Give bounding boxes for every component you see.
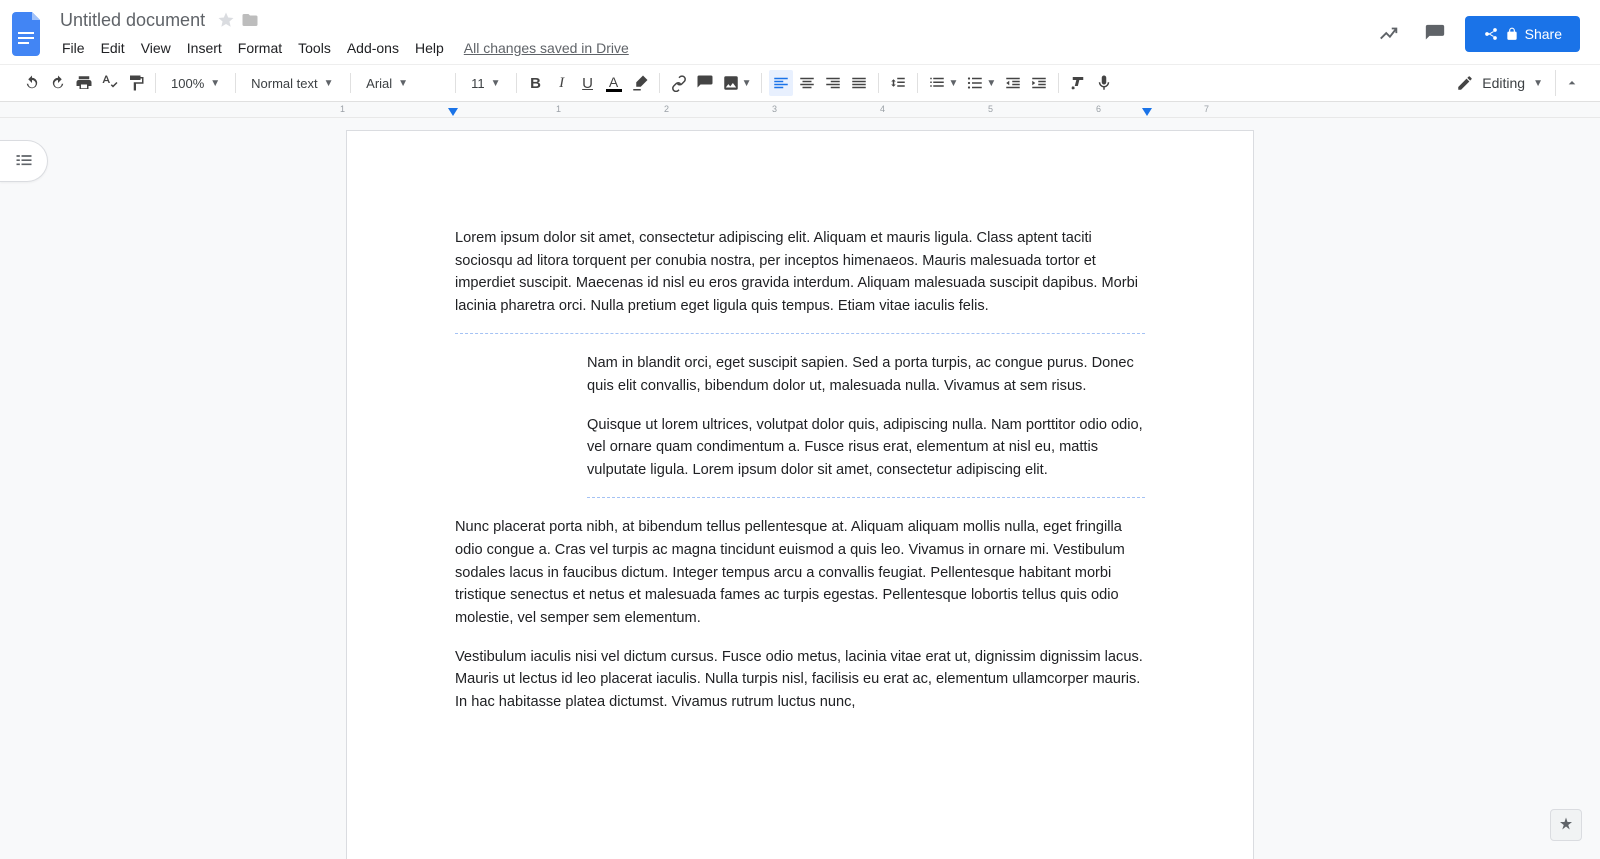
ruler-tick: 1: [340, 104, 345, 114]
section-break: [455, 333, 1145, 334]
print-button[interactable]: [72, 70, 96, 96]
menu-format[interactable]: Format: [230, 36, 290, 60]
numbered-list-button[interactable]: ▼: [925, 70, 961, 96]
chevron-down-icon: ▼: [324, 78, 334, 89]
menu-view[interactable]: View: [133, 36, 179, 60]
align-justify-button[interactable]: [847, 70, 871, 96]
chevron-down-icon: ▼: [742, 78, 752, 89]
share-label: Share: [1525, 26, 1562, 42]
document-title[interactable]: Untitled document: [54, 10, 211, 31]
ruler-tick: 7: [1204, 104, 1209, 114]
separator: [235, 73, 236, 93]
activity-icon[interactable]: [1373, 18, 1405, 50]
explore-button[interactable]: [1550, 809, 1582, 841]
header: Untitled document File Edit View Insert …: [0, 0, 1600, 64]
undo-button[interactable]: [20, 70, 44, 96]
menu-file[interactable]: File: [54, 36, 93, 60]
comment-button[interactable]: [693, 70, 717, 96]
paragraph[interactable]: Quisque ut lorem ultrices, volutpat dolo…: [587, 414, 1145, 482]
underline-button[interactable]: U: [576, 70, 600, 96]
font-size-select[interactable]: 11▼: [463, 70, 508, 96]
separator: [516, 73, 517, 93]
indent-marker-left[interactable]: [448, 108, 458, 116]
image-button[interactable]: ▼: [719, 70, 755, 96]
menu-edit[interactable]: Edit: [93, 36, 133, 60]
bold-button[interactable]: B: [524, 70, 548, 96]
paragraph[interactable]: Lorem ipsum dolor sit amet, consectetur …: [455, 227, 1145, 317]
document-page[interactable]: Lorem ipsum dolor sit amet, consectetur …: [346, 130, 1254, 859]
bulleted-list-button[interactable]: ▼: [963, 70, 999, 96]
indented-block: Nam in blandit orci, eget suscipit sapie…: [455, 352, 1145, 481]
outline-toggle[interactable]: [0, 140, 48, 182]
voice-typing-button[interactable]: [1092, 70, 1116, 96]
zoom-select[interactable]: 100%▼: [163, 70, 228, 96]
docs-logo[interactable]: [8, 7, 48, 61]
separator: [350, 73, 351, 93]
link-button[interactable]: [667, 70, 691, 96]
align-left-button[interactable]: [769, 70, 793, 96]
separator: [659, 73, 660, 93]
separator: [155, 73, 156, 93]
chevron-down-icon: ▼: [986, 78, 996, 89]
text-color-button[interactable]: A: [602, 70, 626, 96]
ruler-tick: 6: [1096, 104, 1101, 114]
title-area: Untitled document File Edit View Insert …: [54, 6, 1373, 62]
header-right: Share: [1373, 16, 1592, 52]
ruler-tick: 5: [988, 104, 993, 114]
menu-help[interactable]: Help: [407, 36, 452, 60]
ruler-tick: 2: [664, 104, 669, 114]
page-scroll[interactable]: Lorem ipsum dolor sit amet, consectetur …: [0, 118, 1600, 859]
menu-tools[interactable]: Tools: [290, 36, 339, 60]
workspace: 1 1 2 3 4 5 6 7 Lorem ipsum dolor sit am…: [0, 102, 1600, 859]
star-icon[interactable]: [217, 11, 235, 29]
chevron-down-icon: ▼: [398, 78, 408, 89]
folder-icon[interactable]: [241, 11, 259, 29]
toolbar: 100%▼ Normal text▼ Arial▼ 11▼ B I U A ▼ …: [0, 64, 1600, 102]
menubar: File Edit View Insert Format Tools Add-o…: [54, 34, 1373, 62]
paint-format-button[interactable]: [124, 70, 148, 96]
separator: [455, 73, 456, 93]
menu-insert[interactable]: Insert: [179, 36, 230, 60]
paragraph[interactable]: Nam in blandit orci, eget suscipit sapie…: [587, 352, 1145, 397]
section-break: [587, 497, 1145, 498]
outdent-button[interactable]: [1001, 70, 1025, 96]
paragraph[interactable]: Vestibulum iaculis nisi vel dictum cursu…: [455, 646, 1145, 714]
separator: [878, 73, 879, 93]
indent-button[interactable]: [1027, 70, 1051, 96]
italic-button[interactable]: I: [550, 70, 574, 96]
redo-button[interactable]: [46, 70, 70, 96]
separator: [1058, 73, 1059, 93]
ruler-tick: 1: [556, 104, 561, 114]
chevron-down-icon: ▼: [948, 78, 958, 89]
style-select[interactable]: Normal text▼: [243, 70, 343, 96]
separator: [761, 73, 762, 93]
paragraph[interactable]: Nunc placerat porta nibh, at bibendum te…: [455, 516, 1145, 629]
separator: [917, 73, 918, 93]
ruler[interactable]: 1 1 2 3 4 5 6 7: [0, 102, 1600, 118]
font-select[interactable]: Arial▼: [358, 70, 448, 96]
chevron-down-icon: ▼: [1533, 78, 1543, 89]
share-button[interactable]: Share: [1465, 16, 1580, 52]
clear-format-button[interactable]: [1066, 70, 1090, 96]
indent-marker-right[interactable]: [1142, 108, 1152, 116]
ruler-tick: 3: [772, 104, 777, 114]
chevron-down-icon: ▼: [210, 78, 220, 89]
ruler-tick: 4: [880, 104, 885, 114]
highlight-button[interactable]: [628, 70, 652, 96]
align-right-button[interactable]: [821, 70, 845, 96]
save-status[interactable]: All changes saved in Drive: [464, 40, 629, 56]
collapse-toolbar[interactable]: [1555, 70, 1580, 96]
comments-icon[interactable]: [1419, 18, 1451, 50]
align-center-button[interactable]: [795, 70, 819, 96]
spellcheck-button[interactable]: [98, 70, 122, 96]
menu-addons[interactable]: Add-ons: [339, 36, 407, 60]
line-spacing-button[interactable]: [886, 70, 910, 96]
mode-select[interactable]: Editing ▼: [1446, 74, 1553, 92]
chevron-down-icon: ▼: [491, 78, 501, 89]
